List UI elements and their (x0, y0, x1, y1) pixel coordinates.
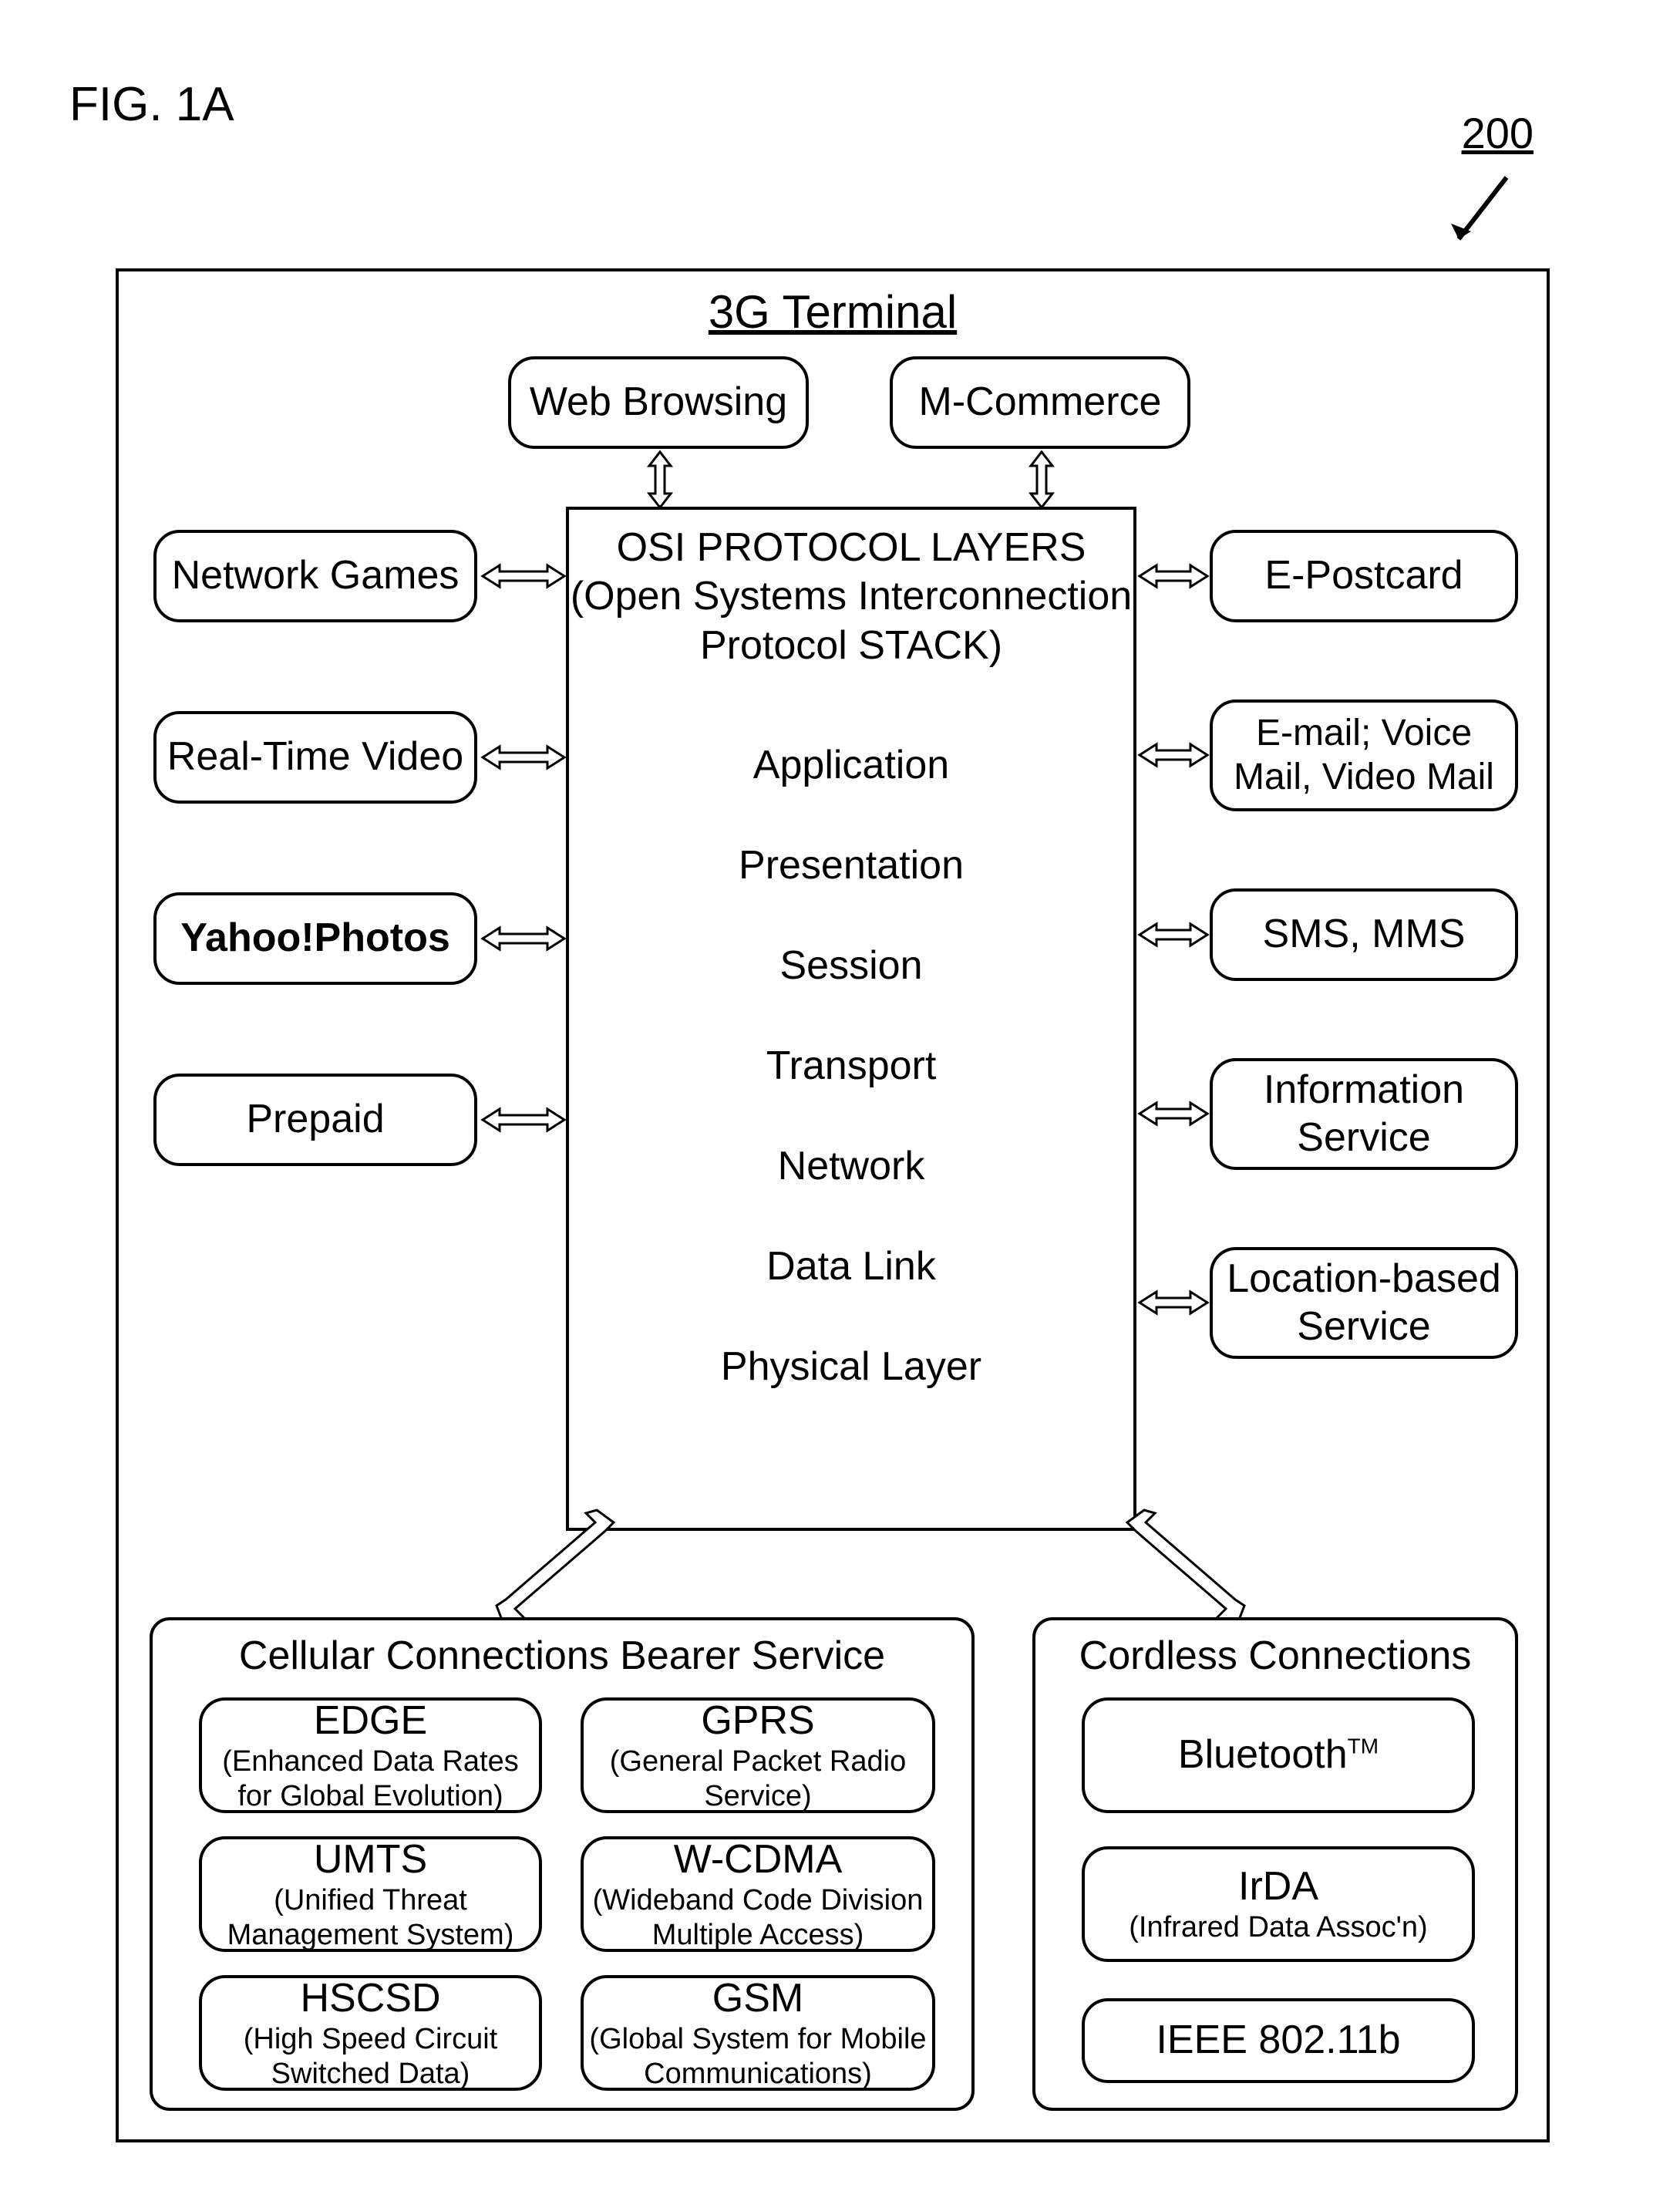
osi-layer: Presentation (569, 815, 1133, 915)
app-network-games: Network Games (153, 530, 477, 622)
app-location-service: Location-based Service (1210, 1247, 1518, 1359)
bidir-arrow-icon (1025, 450, 1059, 509)
label: M-Commerce (919, 379, 1162, 426)
trademark: TM (1348, 1734, 1379, 1758)
cellular-wcdma: W-CDMA (Wideband Code Division Multiple … (581, 1836, 935, 1952)
osi-layer: Transport (569, 1016, 1133, 1116)
label: BluetoothTM (1178, 1731, 1379, 1778)
reference-number: 200 (1462, 108, 1534, 158)
bidir-arrow-icon (1138, 1097, 1209, 1131)
app-web-browsing: Web Browsing (508, 356, 809, 449)
cellular-hscsd: HSCSD (High Speed Circuit Switched Data) (199, 1975, 542, 2091)
app-email-voicemail: E-mail; Voice Mail, Video Mail (1210, 699, 1518, 811)
cellular-umts: UMTS (Unified Threat Management System) (199, 1836, 542, 1952)
label: SMS, MMS (1263, 911, 1466, 958)
page: FIG. 1A 200 3G Terminal Web Browsing M-C… (0, 0, 1680, 2208)
bidir-diag-arrow-icon (481, 1505, 620, 1629)
app-sms-mms: SMS, MMS (1210, 888, 1518, 981)
bidir-arrow-icon (643, 450, 677, 509)
bidir-arrow-icon (1138, 738, 1209, 772)
label: GSM (712, 1975, 803, 2022)
app-e-postcard: E-Postcard (1210, 530, 1518, 622)
osi-layer: Data Link (569, 1216, 1133, 1316)
cellular-group: Cellular Connections Bearer Service EDGE… (150, 1617, 975, 2111)
app-yahoo-photos: Yahoo!Photos (153, 892, 477, 985)
sublabel: (Global System for Mobile Communications… (584, 2022, 932, 2092)
label: W-CDMA (674, 1836, 843, 1883)
sublabel: (Infrared Data Assoc'n) (1129, 1910, 1427, 1945)
label: Location-based Service (1213, 1256, 1515, 1350)
cellular-edge: EDGE (Enhanced Data Rates for Global Evo… (199, 1697, 542, 1813)
sublabel: (General Packet Radio Service) (584, 1744, 932, 1814)
cordless-group: Cordless Connections BluetoothTM IrDA (I… (1032, 1617, 1518, 2111)
cellular-title: Cellular Connections Bearer Service (153, 1633, 971, 1679)
cellular-gprs: GPRS (General Packet Radio Service) (581, 1697, 935, 1813)
bidir-arrow-icon (1138, 918, 1209, 952)
figure-label: FIG. 1A (69, 77, 234, 132)
cordless-irda: IrDA (Infrared Data Assoc'n) (1082, 1846, 1475, 1962)
osi-layer: Application (569, 715, 1133, 815)
sublabel: (Wideband Code Division Multiple Access) (584, 1883, 932, 1953)
label: Real-Time Video (167, 733, 463, 780)
pointer-arrow-icon (1445, 170, 1514, 255)
label: IrDA (1238, 1863, 1318, 1910)
sublabel: (Unified Threat Management System) (202, 1883, 539, 1953)
app-realtime-video: Real-Time Video (153, 711, 477, 804)
label: IEEE 802.11b (1156, 2017, 1400, 2064)
sublabel: (High Speed Circuit Switched Data) (202, 2022, 539, 2092)
osi-header-line3: Protocol STACK) (700, 623, 1002, 668)
label: GPRS (701, 1697, 814, 1744)
osi-layer: Physical Layer (569, 1316, 1133, 1417)
label: E-Postcard (1264, 552, 1463, 599)
cordless-bluetooth: BluetoothTM (1082, 1697, 1475, 1813)
label: HSCSD (300, 1975, 440, 2022)
osi-header-line1: OSI PROTOCOL LAYERS (617, 525, 1086, 570)
app-m-commerce: M-Commerce (890, 356, 1190, 449)
app-info-service: Information Service (1210, 1058, 1518, 1170)
cordless-80211b: IEEE 802.11b (1082, 1998, 1475, 2083)
bidir-arrow-icon (481, 1103, 566, 1137)
cellular-gsm: GSM (Global System for Mobile Communicat… (581, 1975, 935, 2091)
label: Network Games (172, 552, 460, 599)
terminal-frame: 3G Terminal Web Browsing M-Commerce OSI … (116, 268, 1550, 2142)
cordless-title: Cordless Connections (1035, 1633, 1515, 1679)
label: Web Browsing (530, 379, 787, 426)
bidir-arrow-icon (481, 922, 566, 956)
osi-header: OSI PROTOCOL LAYERS (Open Systems Interc… (569, 524, 1133, 670)
sublabel: (Enhanced Data Rates for Global Evolutio… (202, 1744, 539, 1814)
osi-layer: Session (569, 915, 1133, 1016)
osi-layer: Network (569, 1116, 1133, 1216)
label: Yahoo!Photos (180, 915, 450, 962)
label: UMTS (314, 1836, 427, 1883)
app-prepaid: Prepaid (153, 1074, 477, 1166)
bidir-arrow-icon (481, 740, 566, 774)
label: E-mail; Voice Mail, Video Mail (1213, 712, 1515, 799)
osi-header-line2: (Open Systems Interconnection (571, 574, 1132, 619)
label: Information Service (1213, 1067, 1515, 1161)
label: EDGE (314, 1697, 427, 1744)
bidir-arrow-icon (481, 559, 566, 593)
label: Prepaid (246, 1096, 384, 1143)
terminal-title: 3G Terminal (119, 285, 1547, 339)
bidir-arrow-icon (1138, 1286, 1209, 1320)
bidir-arrow-icon (1138, 559, 1209, 593)
osi-stack-box: OSI PROTOCOL LAYERS (Open Systems Interc… (566, 507, 1136, 1531)
bidir-diag-arrow-icon (1121, 1505, 1260, 1629)
